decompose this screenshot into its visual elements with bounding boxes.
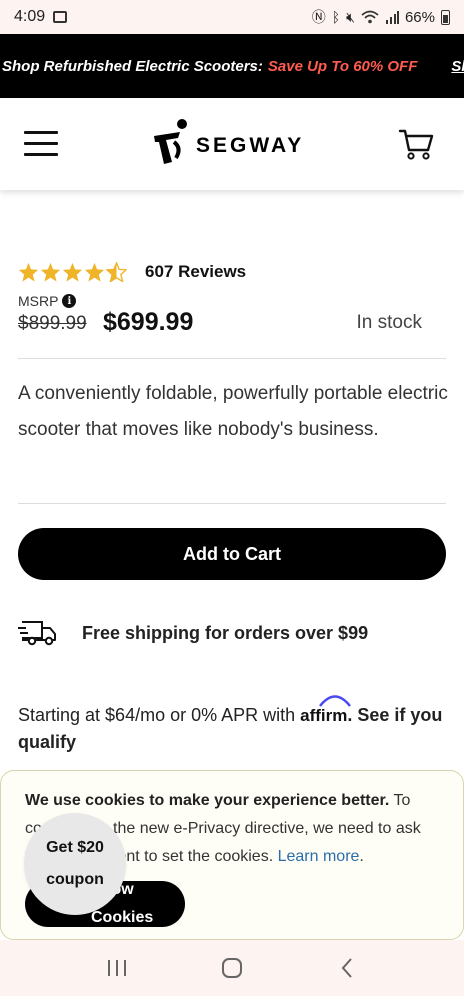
sale-price: $699.99 bbox=[103, 308, 194, 336]
status-time: 4:09 bbox=[14, 8, 46, 25]
star-icon bbox=[62, 262, 83, 282]
promo-highlight: Save Up To 60% OFF bbox=[267, 57, 418, 75]
bluetooth-icon: ᛒ bbox=[331, 9, 341, 25]
shipping-text: Free shipping for orders over $99 bbox=[82, 622, 369, 643]
segway-logo[interactable]: SEGWAY bbox=[152, 116, 324, 170]
product-description: A conveniently foldable, powerfully port… bbox=[18, 383, 448, 440]
stock-status: In stock bbox=[356, 312, 422, 333]
product-rating[interactable]: 607 Reviews bbox=[18, 262, 246, 282]
delivery-truck-icon bbox=[18, 621, 56, 646]
promo-banner[interactable]: Shop Refurbished Electric Scooters: Save… bbox=[0, 34, 464, 98]
star-icon bbox=[40, 262, 61, 282]
promo-shop-link[interactable]: Shop bbox=[451, 58, 464, 75]
add-to-cart-button[interactable]: Add to Cart bbox=[18, 528, 446, 580]
home-icon[interactable] bbox=[212, 948, 252, 988]
affirm-financing[interactable]: Starting at $64/mo or 0% APR with affirm… bbox=[18, 695, 448, 755]
logo-wordmark: SEGWAY bbox=[196, 134, 305, 157]
info-icon[interactable]: i bbox=[62, 294, 77, 308]
msrp-label: MSRP i bbox=[18, 293, 77, 309]
site-header: SEGWAY bbox=[0, 98, 464, 190]
rating-stars bbox=[18, 262, 127, 282]
divider bbox=[18, 503, 446, 504]
image-notification-icon bbox=[53, 11, 68, 23]
affirm-prefix: Starting at $64/mo or 0% APR with bbox=[18, 705, 296, 725]
star-icon bbox=[18, 262, 39, 282]
cookie-headline: We use cookies to make your experience b… bbox=[25, 792, 390, 809]
original-price: $899.99 bbox=[18, 313, 87, 334]
divider bbox=[18, 358, 446, 359]
affirm-logo: affirm bbox=[300, 695, 352, 729]
reviews-count[interactable]: 607 Reviews bbox=[145, 262, 246, 282]
nfc-icon: Ⓝ bbox=[311, 9, 326, 25]
system-nav-bar bbox=[0, 940, 464, 996]
cookie-period: . bbox=[359, 848, 364, 865]
menu-icon[interactable] bbox=[24, 131, 60, 157]
coupon-line-2: coupon bbox=[46, 871, 104, 888]
star-icon bbox=[84, 262, 105, 282]
learn-more-link[interactable]: Learn more bbox=[278, 848, 360, 865]
affirm-logo-text: affirm bbox=[300, 706, 348, 725]
status-icons: Ⓝ ᛒ 🔇︎ 66% bbox=[312, 7, 450, 27]
half-star-icon bbox=[106, 262, 127, 282]
mute-icon: 🔇︎ bbox=[346, 8, 355, 25]
msrp-text: MSRP bbox=[18, 293, 59, 309]
back-icon[interactable] bbox=[327, 948, 367, 988]
promo-text: Shop Refurbished Electric Scooters: bbox=[2, 57, 263, 75]
coupon-line-1: Get $20 bbox=[46, 839, 104, 856]
recent-apps-icon[interactable] bbox=[97, 948, 137, 988]
signal-icon bbox=[385, 11, 399, 24]
status-bar: 4:09 Ⓝ ᛒ 🔇︎ 66% bbox=[0, 0, 464, 34]
battery-percent: 66% bbox=[404, 8, 435, 26]
wifi-icon bbox=[361, 10, 379, 24]
battery-icon bbox=[441, 9, 450, 25]
affirm-arc-icon bbox=[319, 695, 352, 707]
cart-icon[interactable] bbox=[398, 128, 434, 160]
shipping-info: Free shipping for orders over $99 bbox=[18, 618, 368, 648]
coupon-bubble[interactable]: Get $20 coupon bbox=[24, 813, 126, 915]
segway-logo-mark bbox=[154, 119, 187, 164]
